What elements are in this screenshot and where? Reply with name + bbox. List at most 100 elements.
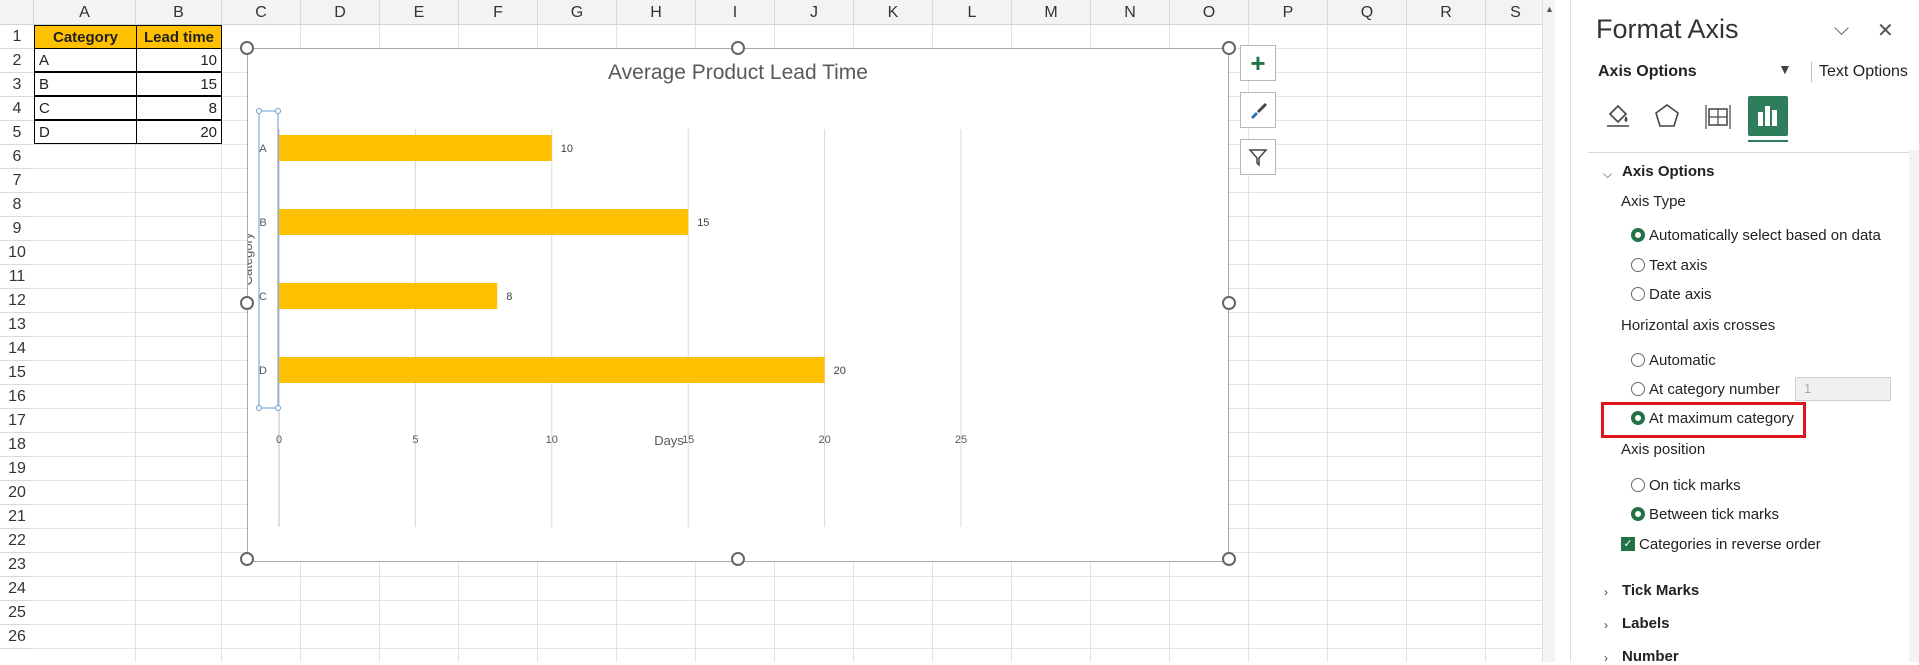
section-axis-options[interactable]: Axis Options bbox=[1622, 163, 1715, 180]
row-header-22[interactable]: 22 bbox=[0, 529, 34, 553]
format-axis-pane[interactable]: Format Axis ⌵ ✕ Axis Options ▼ Text Opti… bbox=[1570, 0, 1919, 665]
column-header-e[interactable]: E bbox=[380, 0, 459, 25]
radio-label-axis-type-auto[interactable]: Automatically select based on data bbox=[1649, 227, 1881, 244]
resize-handle[interactable] bbox=[240, 552, 254, 566]
column-header-m[interactable]: M bbox=[1012, 0, 1091, 25]
category-tick-label[interactable]: B bbox=[259, 217, 266, 229]
vertical-scrollbar[interactable]: ▲ bbox=[1542, 0, 1555, 662]
column-header-f[interactable]: F bbox=[459, 0, 538, 25]
row-header-2[interactable]: 2 bbox=[0, 49, 34, 73]
column-header-k[interactable]: K bbox=[854, 0, 933, 25]
cell-category[interactable]: B bbox=[34, 72, 137, 96]
axis-selection-handle[interactable] bbox=[275, 108, 281, 114]
bar[interactable] bbox=[279, 209, 689, 235]
resize-handle[interactable] bbox=[1222, 41, 1236, 55]
resize-handle[interactable] bbox=[731, 552, 745, 566]
x-axis-title[interactable]: Days bbox=[654, 433, 684, 448]
column-header-h[interactable]: H bbox=[617, 0, 696, 25]
pane-scrollbar[interactable] bbox=[1909, 150, 1919, 662]
chart-filters-button[interactable] bbox=[1240, 139, 1276, 175]
category-tick-label[interactable]: A bbox=[259, 143, 267, 155]
size-properties-tab[interactable] bbox=[1698, 96, 1738, 136]
select-all-corner[interactable] bbox=[0, 0, 34, 25]
radio-crosses-automatic[interactable] bbox=[1631, 353, 1645, 367]
row-header-11[interactable]: 11 bbox=[0, 265, 34, 289]
radio-axis-type-date[interactable] bbox=[1631, 287, 1645, 301]
x-tick-label[interactable]: 10 bbox=[546, 434, 558, 446]
radio-label-axis-type-text[interactable]: Text axis bbox=[1649, 257, 1707, 274]
chart-elements-button[interactable]: + bbox=[1240, 45, 1276, 81]
resize-handle[interactable] bbox=[1222, 296, 1236, 310]
row-header-15[interactable]: 15 bbox=[0, 361, 34, 385]
row-header-17[interactable]: 17 bbox=[0, 409, 34, 433]
radio-axis-type-text[interactable] bbox=[1631, 258, 1645, 272]
effects-tab[interactable] bbox=[1647, 96, 1687, 136]
chart-styles-button[interactable] bbox=[1240, 92, 1276, 128]
row-header-19[interactable]: 19 bbox=[0, 457, 34, 481]
cell-lead-time[interactable]: 20 bbox=[136, 120, 222, 144]
section-tick-marks[interactable]: Tick Marks bbox=[1622, 582, 1699, 599]
axis-selection-handle[interactable] bbox=[256, 405, 262, 411]
radio-label-between-tick-marks[interactable]: Between tick marks bbox=[1649, 506, 1779, 523]
cell-category[interactable]: D bbox=[34, 120, 137, 144]
column-header-a[interactable]: A bbox=[34, 0, 136, 25]
tab-axis-options[interactable]: Axis Options bbox=[1598, 63, 1697, 81]
column-header-s[interactable]: S bbox=[1486, 0, 1546, 25]
data-label[interactable]: 8 bbox=[506, 291, 512, 303]
row-header-7[interactable]: 7 bbox=[0, 169, 34, 193]
axis-selection-handle[interactable] bbox=[256, 108, 262, 114]
column-header-r[interactable]: R bbox=[1407, 0, 1486, 25]
chevron-right-icon[interactable]: › bbox=[1604, 618, 1608, 632]
scroll-up-icon[interactable]: ▲ bbox=[1545, 4, 1554, 14]
row-header-26[interactable]: 26 bbox=[0, 625, 34, 649]
column-header-d[interactable]: D bbox=[301, 0, 380, 25]
plot-area[interactable]: 10 A 15 B 8 C 20 D 0 5 10 15 20 25 Days Category bbox=[248, 49, 1230, 563]
column-header-o[interactable]: O bbox=[1170, 0, 1249, 25]
radio-label-crosses-at-category[interactable]: At category number bbox=[1649, 381, 1780, 398]
row-header-14[interactable]: 14 bbox=[0, 337, 34, 361]
resize-handle[interactable] bbox=[240, 296, 254, 310]
x-tick-label[interactable]: 5 bbox=[412, 434, 418, 446]
row-header-13[interactable]: 13 bbox=[0, 313, 34, 337]
axis-selection-handle[interactable] bbox=[275, 405, 281, 411]
bar-chart[interactable]: Average Product Lead Time 10 A 15 B 8 C 20 D 0 5 1… bbox=[247, 48, 1229, 562]
row-header-25[interactable]: 25 bbox=[0, 601, 34, 625]
tab-text-options[interactable]: Text Options bbox=[1819, 63, 1908, 81]
category-number-input[interactable]: 1 bbox=[1795, 377, 1891, 401]
radio-between-tick-marks[interactable] bbox=[1631, 507, 1645, 521]
row-header-12[interactable]: 12 bbox=[0, 289, 34, 313]
row-header-5[interactable]: 5 bbox=[0, 121, 34, 145]
checkbox-reverse-order[interactable]: ✓ bbox=[1621, 537, 1635, 551]
row-header-6[interactable]: 6 bbox=[0, 145, 34, 169]
category-tick-label[interactable]: D bbox=[259, 365, 267, 377]
column-header-g[interactable]: G bbox=[538, 0, 617, 25]
spreadsheet[interactable]: ABCDEFGHIJKLMNOPQRS 1 2 3 4 5 6 7 8 9 10 11 12 13 14 1… bbox=[0, 0, 1555, 662]
cell-header-category[interactable]: Category bbox=[34, 25, 137, 49]
radio-axis-type-auto[interactable] bbox=[1631, 228, 1645, 242]
column-header-c[interactable]: C bbox=[222, 0, 301, 25]
section-labels[interactable]: Labels bbox=[1622, 615, 1670, 632]
data-label[interactable]: 10 bbox=[561, 143, 573, 155]
cell-header-lead-time[interactable]: Lead time bbox=[136, 25, 222, 49]
cell-lead-time[interactable]: 8 bbox=[136, 96, 222, 120]
row-header-4[interactable]: 4 bbox=[0, 97, 34, 121]
category-axis-selection[interactable] bbox=[258, 110, 279, 409]
bar[interactable] bbox=[279, 283, 498, 309]
row-header-18[interactable]: 18 bbox=[0, 433, 34, 457]
chevron-right-icon[interactable]: › bbox=[1604, 651, 1608, 665]
chevron-down-icon[interactable]: ⌵ bbox=[1603, 167, 1612, 182]
column-header-b[interactable]: B bbox=[136, 0, 222, 25]
caret-down-icon[interactable]: ▼ bbox=[1778, 61, 1792, 77]
section-number[interactable]: Number bbox=[1622, 648, 1679, 665]
bar[interactable] bbox=[279, 357, 825, 383]
category-tick-label[interactable]: C bbox=[259, 291, 267, 303]
chevron-right-icon[interactable]: › bbox=[1604, 585, 1608, 599]
radio-label-crosses-automatic[interactable]: Automatic bbox=[1649, 352, 1716, 369]
row-header-16[interactable]: 16 bbox=[0, 385, 34, 409]
radio-on-tick-marks[interactable] bbox=[1631, 478, 1645, 492]
column-header-q[interactable]: Q bbox=[1328, 0, 1407, 25]
data-label[interactable]: 20 bbox=[834, 365, 846, 377]
fill-line-tab[interactable] bbox=[1598, 96, 1638, 136]
row-header-8[interactable]: 8 bbox=[0, 193, 34, 217]
radio-label-axis-type-date[interactable]: Date axis bbox=[1649, 286, 1712, 303]
